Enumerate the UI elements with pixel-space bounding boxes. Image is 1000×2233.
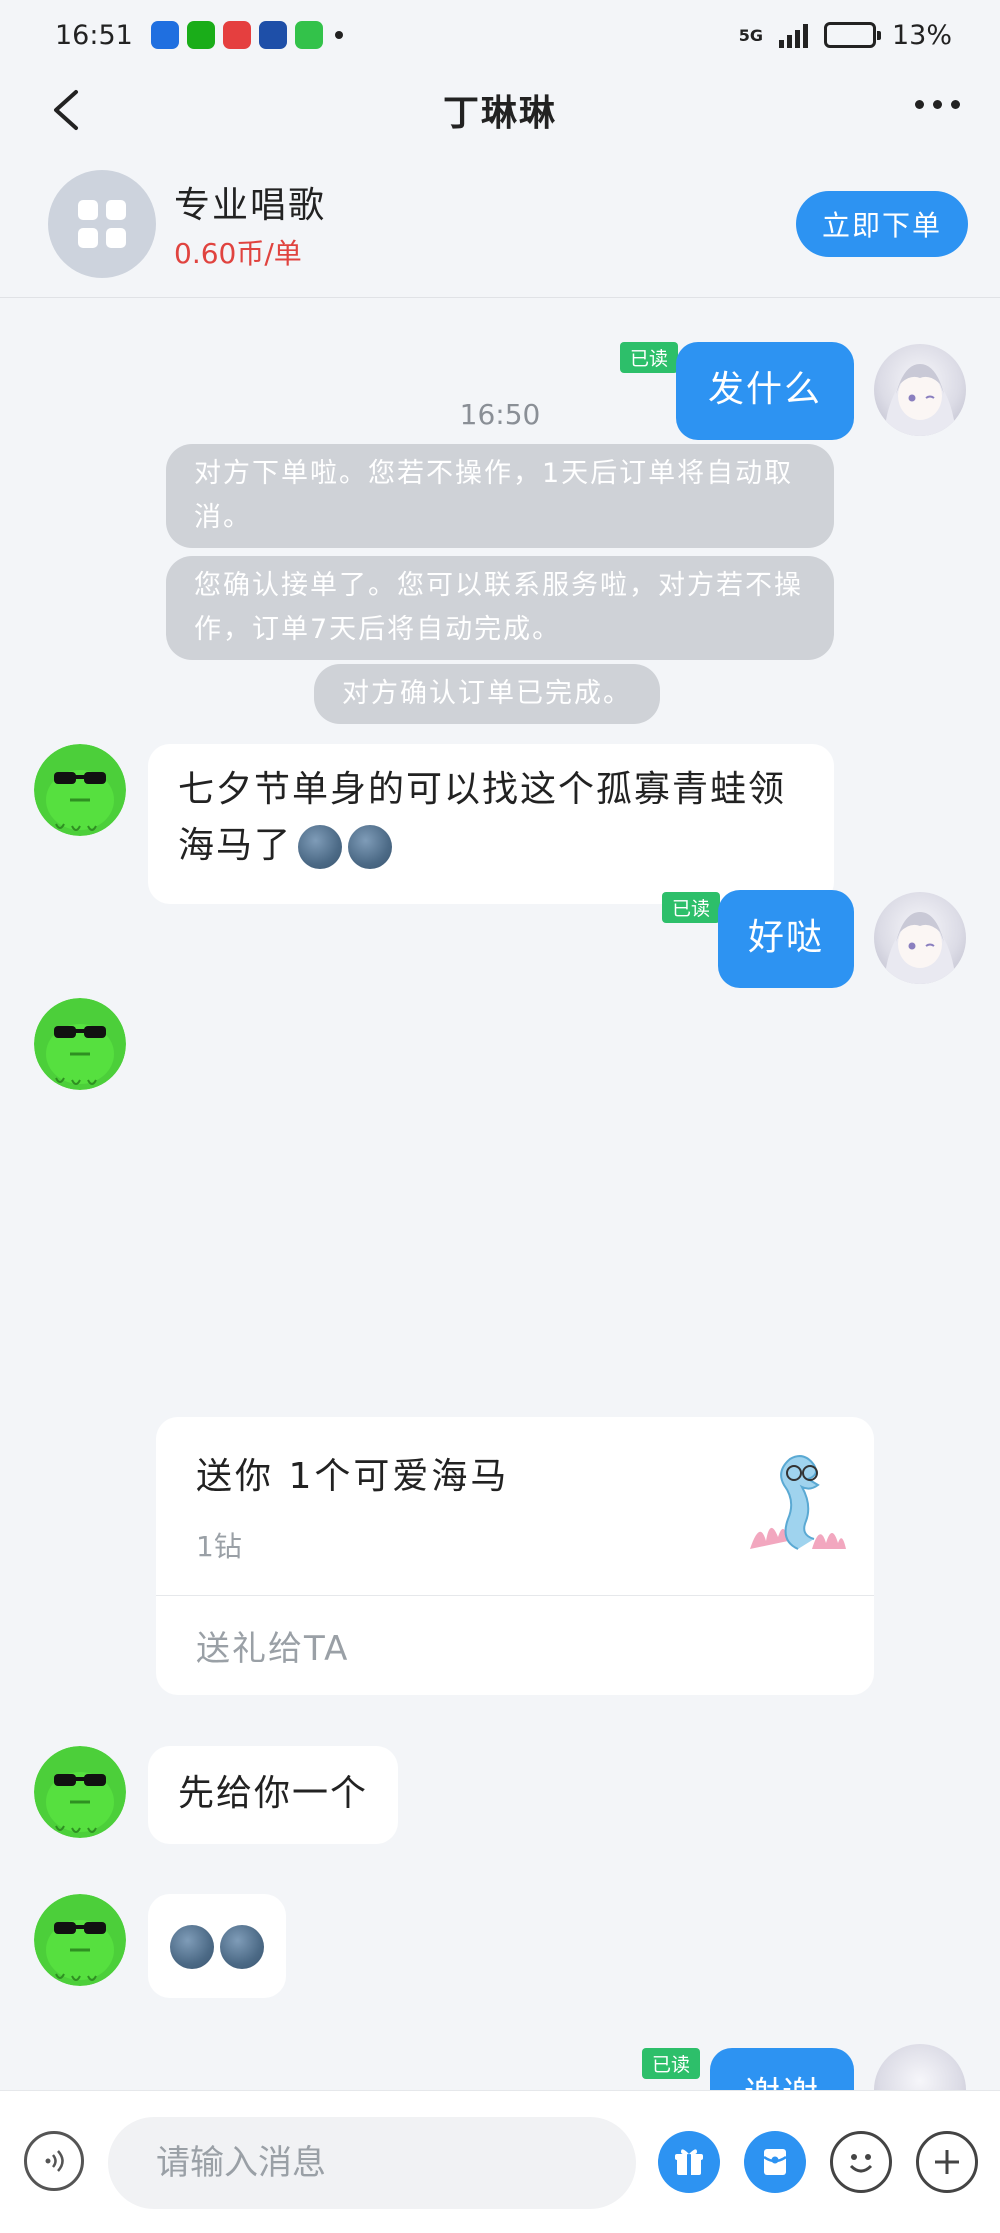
divider xyxy=(156,1595,874,1596)
status-bar: 16:51 5G 13% xyxy=(0,0,1000,70)
frog-sunglasses-icon xyxy=(34,998,126,1090)
order-now-button[interactable]: 立即下单 xyxy=(795,190,968,257)
gift-title: 送你 1个可爱海马 xyxy=(196,1456,510,1497)
network-type: 5G xyxy=(738,25,763,45)
app-icon xyxy=(222,21,251,49)
message-row-partial: 已读 谢谢 xyxy=(0,2040,1000,2090)
moon-emoji-icon xyxy=(298,825,343,869)
service-info: 专业唱歌 0.60币/单 xyxy=(174,176,326,272)
service-price: 0.60币/单 xyxy=(174,236,302,270)
more-notifications-icon xyxy=(334,31,343,39)
message-bubble-incoming[interactable]: 先给你一个 xyxy=(148,1746,399,1844)
app-icon xyxy=(258,21,287,49)
chevron-left-icon[interactable] xyxy=(48,88,88,132)
message-bubble-outgoing[interactable]: 发什么 xyxy=(675,342,854,440)
read-badge: 已读 xyxy=(641,2048,700,2079)
my-avatar[interactable] xyxy=(874,2044,966,2090)
service-banner: 专业唱歌 0.60币/单 立即下单 xyxy=(0,150,1000,298)
chat-header: 丁琳琳 xyxy=(0,70,1000,150)
gift-card[interactable]: 送你 1个可爱海马 1钻 送礼给TA xyxy=(156,1417,874,1695)
notification-icons xyxy=(150,21,323,49)
contact-avatar[interactable] xyxy=(34,744,126,836)
moon-emoji-icon xyxy=(348,825,393,869)
plus-icon[interactable] xyxy=(916,2131,978,2193)
battery-icon xyxy=(823,22,881,48)
send-gift-link[interactable]: 送礼给TA xyxy=(196,1621,349,1670)
contact-avatar[interactable] xyxy=(34,998,126,1090)
signal-icon xyxy=(778,22,808,48)
emoji-icon[interactable] xyxy=(830,2131,892,2193)
read-badge: 已读 xyxy=(661,892,720,923)
contact-avatar[interactable] xyxy=(34,1746,126,1838)
message-bubble-outgoing[interactable]: 谢谢 xyxy=(709,2048,854,2090)
my-avatar[interactable] xyxy=(874,892,966,984)
my-avatar[interactable] xyxy=(874,344,966,436)
page-title: 丁琳琳 xyxy=(442,93,557,134)
message-text: 七夕节单身的可以找这个孤寡青蛙领海马了 xyxy=(178,769,787,866)
frog-sunglasses-icon xyxy=(34,1894,126,1986)
input-bar xyxy=(0,2090,1000,2233)
moon-emoji-icon xyxy=(170,1925,214,1969)
service-name: 专业唱歌 xyxy=(174,184,327,226)
app-icon xyxy=(150,21,179,49)
system-notice: 您确认接单了。您可以联系服务啦，对方若不操作，订单7天后将自动完成。 xyxy=(166,556,834,660)
read-badge: 已读 xyxy=(619,342,678,373)
battery-percent: 13% xyxy=(891,19,952,51)
frog-sunglasses-icon xyxy=(34,1746,126,1838)
message-bubble-outgoing[interactable]: 好哒 xyxy=(717,890,854,988)
message-input[interactable] xyxy=(108,2117,636,2209)
voice-icon[interactable] xyxy=(24,2131,84,2191)
seahorse-icon xyxy=(750,1455,846,1550)
status-time: 16:51 xyxy=(55,19,133,51)
contact-avatar[interactable] xyxy=(34,1894,126,1986)
red-packet-icon[interactable] xyxy=(744,2131,806,2193)
apps-grid-icon xyxy=(48,169,156,278)
wechat-icon xyxy=(186,21,215,49)
moon-emoji-icon xyxy=(220,1925,264,1969)
frog-sunglasses-icon xyxy=(34,744,126,836)
gift-icon[interactable] xyxy=(658,2131,720,2193)
system-notice: 对方下单啦。您若不操作，1天后订单将自动取消。 xyxy=(166,444,834,548)
message-bubble-incoming[interactable] xyxy=(148,1894,286,1998)
message-bubble-incoming[interactable]: 七夕节单身的可以找这个孤寡青蛙领海马了 xyxy=(148,744,834,904)
more-horizontal-icon[interactable] xyxy=(915,100,960,109)
phone-icon xyxy=(294,21,323,49)
system-notice: 对方确认订单已完成。 xyxy=(314,664,660,724)
gift-price: 1钻 xyxy=(196,1530,242,1563)
